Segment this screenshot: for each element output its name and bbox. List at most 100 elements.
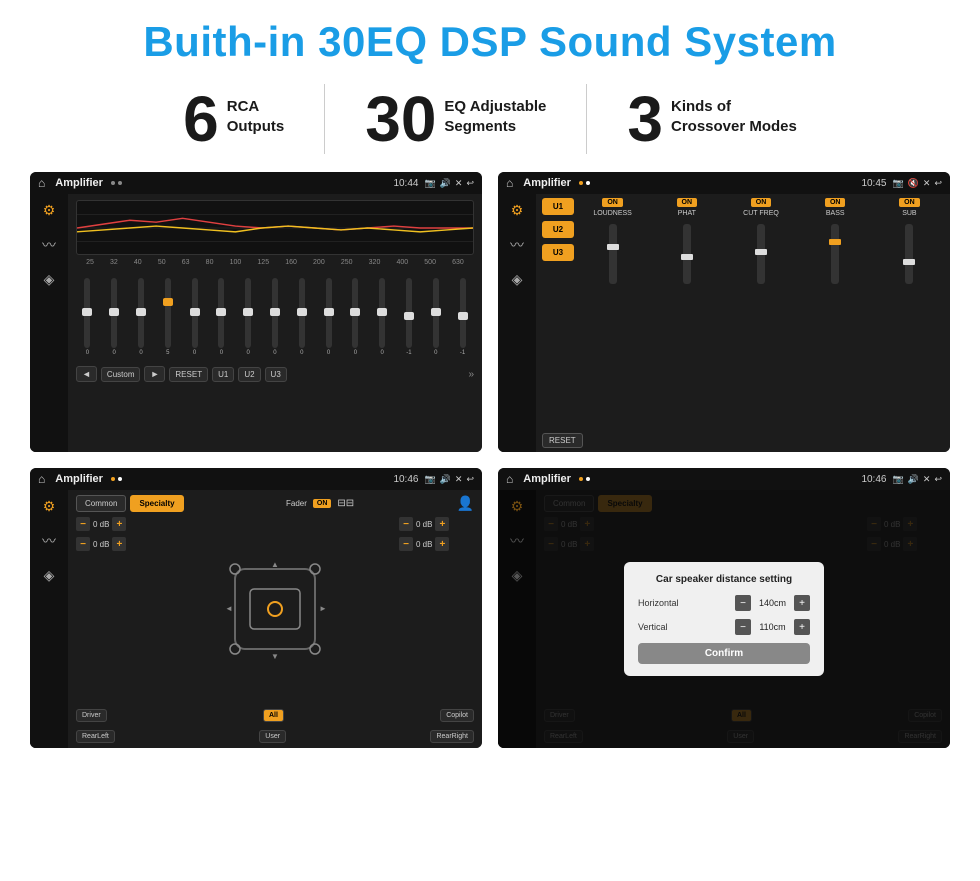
svg-text:►: ►	[319, 604, 327, 613]
slider-track-10[interactable]	[326, 278, 332, 348]
minus-br[interactable]: −	[399, 537, 413, 551]
driver-btn[interactable]: Driver	[76, 709, 107, 722]
slider-track-6[interactable]	[218, 278, 224, 348]
close-icon-1[interactable]: ✕	[455, 178, 463, 189]
phat-slider[interactable]	[683, 224, 691, 284]
back-icon-1[interactable]: ↩	[466, 178, 474, 189]
phat-on[interactable]: ON	[677, 198, 698, 207]
back-icon-4[interactable]: ↩	[934, 474, 942, 485]
wave-icon-3[interactable]: 〰	[42, 531, 56, 551]
slider-track-3[interactable]	[138, 278, 144, 348]
sub-slider[interactable]	[905, 224, 913, 284]
plus-tl[interactable]: +	[112, 517, 126, 531]
plus-tr[interactable]: +	[435, 517, 449, 531]
home-icon-2[interactable]: ⌂	[506, 176, 513, 190]
slider-track-11[interactable]	[352, 278, 358, 348]
horizontal-plus[interactable]: +	[794, 595, 810, 611]
copilot-btn[interactable]: Copilot	[440, 709, 474, 722]
cutfreq-slider[interactable]	[757, 224, 765, 284]
expand-icon[interactable]: »	[468, 369, 474, 380]
tab-common[interactable]: Common	[76, 495, 126, 512]
preset-u3[interactable]: U3	[542, 244, 574, 261]
sub-on[interactable]: ON	[899, 198, 920, 207]
slider-track-13[interactable]	[406, 278, 412, 348]
slider-track-12[interactable]	[379, 278, 385, 348]
confirm-button[interactable]: Confirm	[638, 643, 810, 664]
close-icon-3[interactable]: ✕	[455, 474, 463, 485]
minus-bl[interactable]: −	[76, 537, 90, 551]
home-icon-4[interactable]: ⌂	[506, 472, 513, 486]
slider-track-2[interactable]	[111, 278, 117, 348]
freq-630: 630	[452, 259, 464, 266]
home-icon-3[interactable]: ⌂	[38, 472, 45, 486]
eq-icon[interactable]: ⚙	[43, 202, 56, 219]
dot-w3	[118, 477, 122, 481]
u3-btn[interactable]: U3	[265, 367, 287, 382]
plus-bl[interactable]: +	[112, 537, 126, 551]
bass-on[interactable]: ON	[825, 198, 846, 207]
bass-slider[interactable]	[831, 224, 839, 284]
distance-dialog: Car speaker distance setting Horizontal …	[624, 562, 824, 676]
camera-icon-3: 📷	[424, 474, 435, 485]
camera-icon-2: 📷	[892, 178, 903, 189]
slider-track-5[interactable]	[192, 278, 198, 348]
wave-icon-2[interactable]: 〰	[510, 235, 524, 255]
freq-32: 32	[110, 259, 118, 266]
vertical-label: Vertical	[638, 622, 668, 632]
dsp-layout: U1 U2 U3 ON LOUDNESS	[542, 198, 944, 425]
close-icon-2[interactable]: ✕	[923, 178, 931, 189]
u2-btn[interactable]: U2	[238, 367, 260, 382]
slider-track-9[interactable]	[299, 278, 305, 348]
speaker-icon-2[interactable]: ◈	[512, 271, 523, 288]
amp-sidebar-3: ⚙ 〰 ◈	[30, 490, 68, 748]
dot-white	[586, 181, 590, 185]
slider-track-8[interactable]	[272, 278, 278, 348]
close-icon-4[interactable]: ✕	[923, 474, 931, 485]
vertical-plus[interactable]: +	[794, 619, 810, 635]
prev-btn[interactable]: ◄	[76, 366, 97, 382]
cutfreq-on[interactable]: ON	[751, 198, 772, 207]
slider-col-2: 0	[103, 278, 126, 356]
all-btn[interactable]: All	[263, 709, 284, 722]
horizontal-minus[interactable]: −	[735, 595, 751, 611]
eq-icon-2[interactable]: ⚙	[511, 202, 524, 219]
slider-track-1[interactable]	[84, 278, 90, 348]
eq-icon-3[interactable]: ⚙	[43, 498, 56, 515]
fader-slider-icon[interactable]: ⊟⊟	[337, 498, 354, 509]
slider-track-14[interactable]	[433, 278, 439, 348]
plus-br[interactable]: +	[435, 537, 449, 551]
home-icon[interactable]: ⌂	[38, 176, 45, 190]
loudness-slider[interactable]	[609, 224, 617, 284]
user-icon[interactable]: 👤	[457, 495, 474, 512]
vertical-row: Vertical − 110cm +	[638, 619, 810, 635]
rearright-btn[interactable]: RearRight	[430, 730, 474, 743]
vertical-minus[interactable]: −	[735, 619, 751, 635]
speaker-icon-1[interactable]: ◈	[44, 271, 55, 288]
preset-u2[interactable]: U2	[542, 221, 574, 238]
preset-u1[interactable]: U1	[542, 198, 574, 215]
reset-btn-1[interactable]: RESET	[169, 367, 208, 382]
u1-btn[interactable]: U1	[212, 367, 234, 382]
slider-track-7[interactable]	[245, 278, 251, 348]
next-btn[interactable]: ►	[144, 366, 165, 382]
slider-col-9: 0	[290, 278, 313, 356]
stat-label-crossover-2: Crossover Modes	[671, 117, 797, 137]
back-icon-3[interactable]: ↩	[466, 474, 474, 485]
stat-number-rca: 6	[183, 87, 219, 151]
slider-col-10: 0	[317, 278, 340, 356]
slider-track-4[interactable]	[165, 278, 171, 348]
rearleft-btn[interactable]: RearLeft	[76, 730, 115, 743]
speaker-content: ⚙ 〰 ◈ Common Specialty Fader ON ⊟⊟ 👤	[30, 490, 482, 748]
speaker-icon-3[interactable]: ◈	[44, 567, 55, 584]
dsp-reset-btn[interactable]: RESET	[542, 433, 583, 448]
user-btn[interactable]: User	[259, 730, 286, 743]
slider-track-15[interactable]	[460, 278, 466, 348]
minus-tr[interactable]: −	[399, 517, 413, 531]
loudness-on[interactable]: ON	[602, 198, 623, 207]
wave-icon-1[interactable]: 〰	[42, 235, 56, 255]
camera-icon-1: 📷	[424, 178, 435, 189]
minus-tl[interactable]: −	[76, 517, 90, 531]
fader-on-badge[interactable]: ON	[313, 499, 332, 508]
tab-specialty[interactable]: Specialty	[130, 495, 183, 512]
back-icon-2[interactable]: ↩	[934, 178, 942, 189]
